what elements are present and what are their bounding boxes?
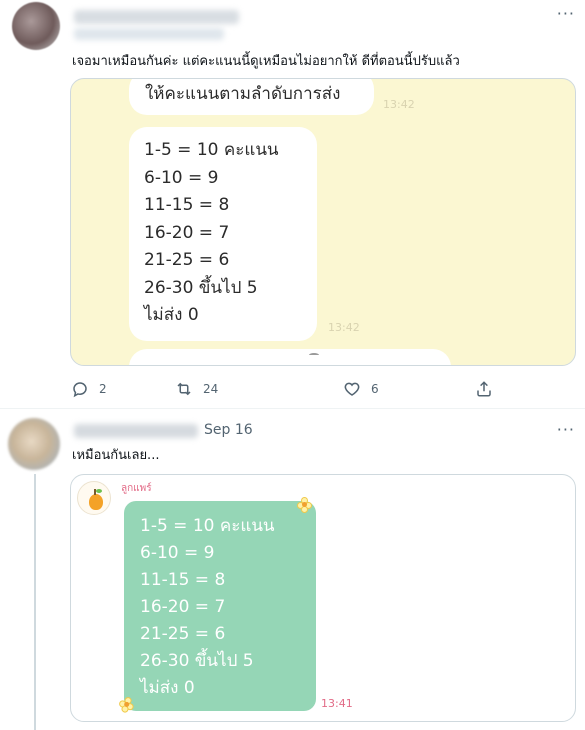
score-line: 16-20 = 7 (140, 597, 226, 617)
score-line: 1-5 = 10 คะแนน (140, 516, 275, 536)
chat-timestamp: 13:41 (321, 697, 353, 710)
chat-bubble-scores: 1-5 = 10 คะแนน 6-10 = 9 11-15 = 8 16-20 … (129, 127, 317, 341)
tweet-2[interactable]: Sep 16 ··· เหมือนกันเลย... ลูกแพร์ 1-5 =… (0, 410, 585, 730)
more-options-button[interactable]: ··· (557, 6, 575, 22)
score-line: ไม่ส่ง 0 (140, 678, 195, 698)
blurred-username[interactable] (74, 28, 224, 40)
tweet-date[interactable]: Sep 16 (204, 422, 253, 438)
heart-icon (342, 379, 362, 399)
more-options-button[interactable]: ··· (557, 422, 575, 438)
retweet-count: 24 (203, 382, 219, 396)
flower-sticker-icon (297, 497, 313, 513)
chat-timestamp: 13:42 (383, 98, 415, 111)
chat-bubble-scores: 1-5 = 10 คะแนน 6-10 = 9 11-15 = 8 16-20 … (124, 501, 316, 711)
share-button[interactable] (474, 378, 494, 400)
like-count: 6 (371, 382, 379, 396)
score-line: ไม่ส่ง 0 (144, 305, 199, 325)
blurred-display-name[interactable] (74, 10, 239, 24)
chat-bubble-text: ให้คะแนนตามลำดับการส่ง (145, 84, 341, 104)
tweet-text: เจอมาเหมือนกันค่ะ แต่คะแนนนี้ดูเหมือนไม่… (72, 54, 460, 69)
score-line: 26-30 ขึ้นไป 5 (144, 277, 258, 298)
chat-bubble-partial (129, 349, 451, 365)
reply-button[interactable]: 2 (70, 378, 107, 400)
tweet-image[interactable]: ลูกแพร์ 1-5 = 10 คะแนน 6-10 = 9 11-15 = … (70, 474, 576, 722)
chat-bubble-instruction: ให้คะแนนตามลำดับการส่ง (129, 79, 374, 115)
score-line: 6-10 = 9 (140, 543, 215, 563)
tweet-divider (0, 408, 585, 409)
partial-text-glyph (309, 353, 319, 357)
like-button[interactable]: 6 (342, 378, 379, 400)
score-line: 11-15 = 8 (144, 195, 230, 215)
score-line: 26-30 ขึ้นไป 5 (140, 651, 254, 671)
reply-count: 2 (99, 382, 107, 396)
avatar[interactable] (8, 418, 60, 470)
score-line: 21-25 = 6 (140, 624, 226, 644)
chat-avatar (77, 481, 111, 515)
avatar[interactable] (12, 2, 60, 50)
score-line: 6-10 = 9 (144, 167, 219, 188)
score-line: 21-25 = 6 (144, 250, 230, 270)
retweet-icon (174, 379, 194, 399)
tweet-actions: 2 24 6 (70, 378, 510, 400)
tweet-1[interactable]: ··· เจอมาเหมือนกันค่ะ แต่คะแนนนี้ดูเหมือ… (0, 0, 585, 408)
score-line: 11-15 = 8 (140, 570, 226, 590)
score-line: 16-20 = 7 (144, 222, 230, 243)
reply-icon (70, 379, 90, 399)
score-line: 1-5 = 10 คะแนน (144, 140, 279, 160)
blurred-display-name[interactable] (74, 424, 198, 438)
tweet-image[interactable]: ให้คะแนนตามลำดับการส่ง 13:42 1-5 = 10 คะ… (70, 78, 576, 366)
pear-icon (89, 489, 103, 510)
chat-timestamp: 13:42 (328, 321, 360, 334)
tweet-text: เหมือนกันเลย... (72, 448, 160, 463)
chat-sender-name: ลูกแพร์ (121, 483, 152, 494)
thread-line (34, 474, 36, 730)
share-icon (474, 379, 494, 399)
retweet-button[interactable]: 24 (174, 378, 218, 400)
